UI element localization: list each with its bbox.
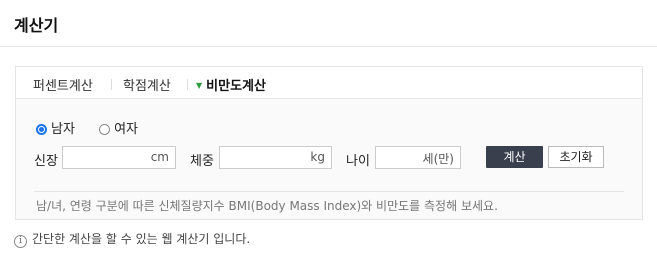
gender-female-option[interactable]: 여자 [99, 118, 138, 137]
tab-bmi[interactable]: ▼ 비만도계산 [196, 75, 266, 94]
bmi-panel: 남자 여자 신장 cm 체중 kg 나이 세(만) 계산 초기화 남/녀, 연령… [16, 99, 642, 219]
tab-grade[interactable]: 학점계산 [123, 75, 171, 94]
height-label: 신장 [34, 154, 58, 169]
age-unit: 세(만) [422, 152, 454, 166]
panel-divider [34, 191, 624, 192]
bmi-description: 남/녀, 연령 구분에 따른 신체질량지수 BMI(Body Mass Inde… [36, 199, 498, 213]
info-icon: i [14, 235, 27, 248]
weight-label: 체중 [190, 154, 214, 169]
page-header: 계산기 [0, 0, 657, 47]
footer-note: i 간단한 계산을 할 수 있는 웹 계산기 입니다. [14, 230, 250, 248]
tab-divider [187, 79, 188, 90]
age-input[interactable]: 세(만) [375, 146, 461, 169]
calculator-widget: 퍼센트계산 학점계산 ▼ 비만도계산 남자 여자 신장 cm 체중 kg 나이 세… [15, 66, 643, 220]
gender-male-option[interactable]: 남자 [36, 118, 75, 137]
height-input[interactable]: cm [62, 146, 176, 169]
height-unit: cm [150, 150, 169, 164]
gender-male-label: 남자 [51, 122, 75, 137]
age-label: 나이 [346, 154, 370, 169]
page-title: 계산기 [14, 16, 59, 35]
tab-bmi-label: 비만도계산 [206, 79, 266, 94]
triangle-down-icon: ▼ [196, 81, 203, 90]
tab-divider [111, 79, 112, 90]
weight-input[interactable]: kg [219, 146, 332, 169]
weight-unit: kg [310, 150, 325, 164]
tab-percent[interactable]: 퍼센트계산 [33, 75, 93, 94]
calculator-tabs: 퍼센트계산 학점계산 ▼ 비만도계산 [16, 67, 642, 99]
radio-unchecked-icon[interactable] [99, 124, 111, 135]
calculate-button[interactable]: 계산 [486, 146, 543, 168]
radio-checked-icon[interactable] [36, 124, 47, 135]
reset-button[interactable]: 초기화 [548, 146, 604, 168]
gender-female-label: 여자 [114, 122, 138, 137]
gender-radio-group: 남자 여자 [36, 118, 138, 137]
footer-text: 간단한 계산을 할 수 있는 웹 계산기 입니다. [32, 232, 251, 246]
